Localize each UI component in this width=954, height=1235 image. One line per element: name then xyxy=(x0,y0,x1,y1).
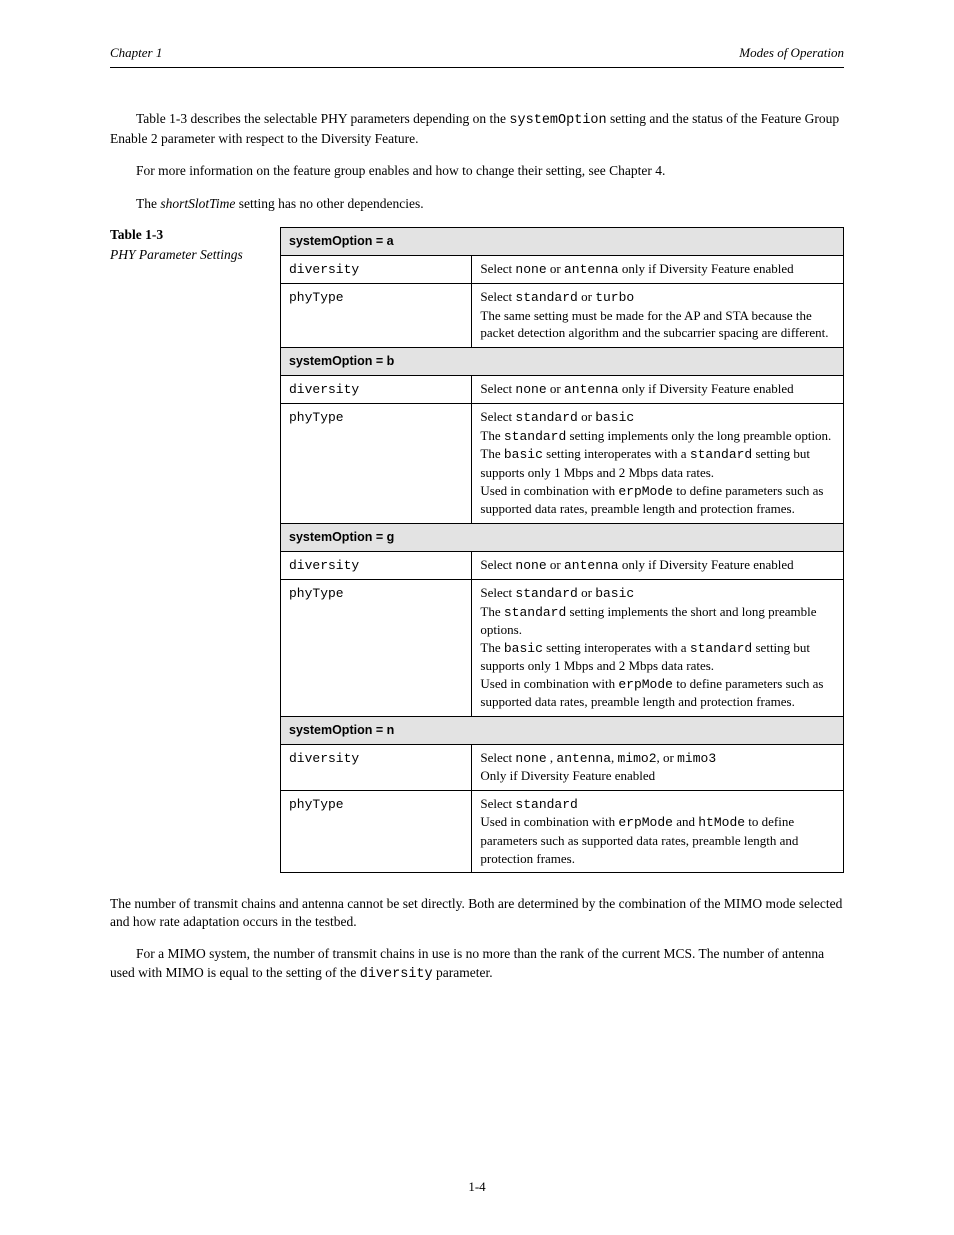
table-row: diversitySelect none or antenna only if … xyxy=(281,255,844,284)
param-name-cell: phyType xyxy=(281,790,472,872)
header-chapter: Chapter 1 xyxy=(110,45,162,61)
table-caption: Table 1-3 PHY Parameter Settings xyxy=(110,227,258,263)
intro-text: Table 1-3 describes the selectable PHY p… xyxy=(110,110,844,213)
param-desc-cell: Select standard or basicThe standard set… xyxy=(472,404,844,523)
table-row: phyTypeSelect standard or basicThe stand… xyxy=(281,404,844,523)
intro-paragraph-2: For more information on the feature grou… xyxy=(110,162,844,180)
table-number: Table 1-3 xyxy=(110,227,258,243)
param-desc-cell: Select standard or basicThe standard set… xyxy=(472,580,844,717)
param-desc-cell: Select standardUsed in combination with … xyxy=(472,790,844,872)
table-row: phyTypeSelect standardUsed in combinatio… xyxy=(281,790,844,872)
page-footer: 1-4 xyxy=(0,1179,954,1195)
param-name-cell: phyType xyxy=(281,404,472,523)
param-desc-cell: Select none or antenna only if Diversity… xyxy=(472,255,844,284)
param-name-cell: phyType xyxy=(281,284,472,348)
table-row: diversitySelect none or antenna only if … xyxy=(281,375,844,404)
table-title: PHY Parameter Settings xyxy=(110,247,258,263)
param-desc-cell: Select none or antenna only if Diversity… xyxy=(472,375,844,404)
table-section-header: systemOption = n xyxy=(281,716,844,744)
table-row: diversitySelect none or antenna only if … xyxy=(281,551,844,580)
after-paragraph-2: For a MIMO system, the number of transmi… xyxy=(110,945,844,983)
intro-paragraph-1: Table 1-3 describes the selectable PHY p… xyxy=(110,110,844,148)
param-name-cell: diversity xyxy=(281,551,472,580)
table-row: phyTypeSelect standard or basicThe stand… xyxy=(281,580,844,717)
param-desc-cell: Select none , antenna, mimo2, or mimo3On… xyxy=(472,744,844,790)
param-name-cell: diversity xyxy=(281,744,472,790)
table-section-header: systemOption = g xyxy=(281,523,844,551)
table-row: diversitySelect none , antenna, mimo2, o… xyxy=(281,744,844,790)
after-paragraph-1: The number of transmit chains and antenn… xyxy=(110,895,844,931)
param-desc-cell: Select standard or turboThe same setting… xyxy=(472,284,844,348)
param-name-cell: diversity xyxy=(281,375,472,404)
table-row: phyTypeSelect standard or turboThe same … xyxy=(281,284,844,348)
header-section: Modes of Operation xyxy=(739,45,844,61)
param-desc-cell: Select none or antenna only if Diversity… xyxy=(472,551,844,580)
param-name-cell: phyType xyxy=(281,580,472,717)
table-section-header: systemOption = a xyxy=(281,227,844,255)
intro-paragraph-3: The shortSlotTime setting has no other d… xyxy=(110,195,844,213)
page-number: 1-4 xyxy=(468,1179,485,1195)
after-text: The number of transmit chains and antenn… xyxy=(110,895,844,984)
table-section-header: systemOption = b xyxy=(281,347,844,375)
param-name-cell: diversity xyxy=(281,255,472,284)
page-header: Chapter 1 Modes of Operation xyxy=(110,45,844,68)
phy-parameter-table: systemOption = adiversitySelect none or … xyxy=(280,227,844,873)
